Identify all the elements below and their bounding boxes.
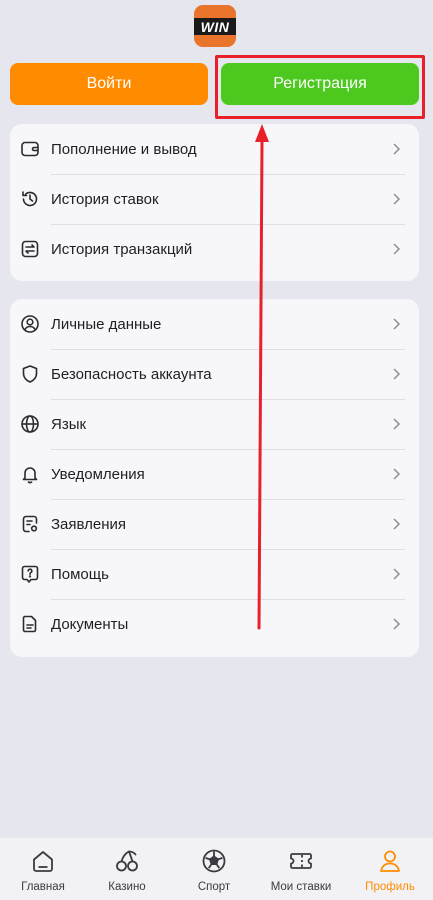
- chevron-right-icon: [393, 193, 401, 205]
- history-icon: [20, 189, 40, 209]
- app-logo: WIN: [194, 5, 236, 47]
- chevron-right-icon: [393, 318, 401, 330]
- chevron-right-icon: [393, 568, 401, 580]
- menu-item-bet-history[interactable]: История ставок: [10, 174, 419, 224]
- chevron-right-icon: [393, 518, 401, 530]
- tab-label: Спорт: [197, 881, 231, 893]
- menu-item-transaction-history[interactable]: История транзакций: [10, 224, 419, 274]
- globe-icon: [20, 414, 40, 434]
- menu-item-label: Заявления: [51, 515, 127, 533]
- tab-label: Главная: [21, 881, 65, 893]
- user-circle-icon: [20, 314, 40, 334]
- ticket-icon: [290, 853, 312, 869]
- chevron-right-icon: [393, 468, 401, 480]
- menu-item-label: Помощь: [51, 565, 109, 583]
- menu-item-label: Пополнение и вывод: [51, 140, 197, 158]
- chevron-right-icon: [393, 618, 401, 630]
- menu-card-account: Личные данные Безопасность аккаунта Язык…: [10, 299, 419, 657]
- bottom-tab-bar: Главная Казино Спорт Мои ставки Профиль: [0, 838, 433, 900]
- logo-text: WIN: [200, 19, 230, 35]
- menu-item-label: Язык: [51, 415, 87, 433]
- tab-my-bets[interactable]: Мои ставки: [258, 838, 344, 900]
- statements-icon: [20, 514, 40, 534]
- menu-item-label: Личные данные: [51, 315, 162, 333]
- tab-profile[interactable]: Профиль: [347, 838, 433, 900]
- login-button[interactable]: Войти: [10, 63, 208, 105]
- menu-item-label: Уведомления: [51, 465, 145, 483]
- menu-item-deposit-withdraw[interactable]: Пополнение и вывод: [10, 124, 419, 174]
- chevron-right-icon: [393, 418, 401, 430]
- menu-item-label: Безопасность аккаунта: [51, 365, 212, 383]
- tab-label: Профиль: [365, 881, 415, 893]
- home-icon: [33, 851, 53, 872]
- tab-sport[interactable]: Спорт: [171, 838, 257, 900]
- shield-icon: [20, 364, 40, 384]
- bell-icon: [20, 464, 40, 484]
- menu-item-label: История ставок: [51, 190, 159, 208]
- tab-label: Казино: [108, 881, 146, 893]
- chevron-right-icon: [393, 368, 401, 380]
- transactions-icon: [20, 239, 40, 259]
- soccer-ball-icon: [202, 849, 226, 873]
- register-button[interactable]: Регистрация: [221, 63, 419, 105]
- tab-label: Мои ставки: [270, 881, 332, 893]
- help-icon: [20, 564, 40, 584]
- tab-home[interactable]: Главная: [0, 838, 86, 900]
- menu-item-statements[interactable]: Заявления: [10, 499, 419, 549]
- menu-item-label: Документы: [51, 615, 129, 633]
- tab-casino[interactable]: Казино: [84, 838, 170, 900]
- document-icon: [20, 614, 40, 634]
- wallet-icon: [20, 139, 40, 159]
- menu-card-finance: Пополнение и вывод История ставок Истори…: [10, 124, 419, 281]
- chevron-right-icon: [393, 243, 401, 255]
- menu-item-account-security[interactable]: Безопасность аккаунта: [10, 349, 419, 399]
- menu-item-personal-data[interactable]: Личные данные: [10, 299, 419, 349]
- chevron-right-icon: [393, 143, 401, 155]
- menu-item-documents[interactable]: Документы: [10, 599, 419, 649]
- menu-item-help[interactable]: Помощь: [10, 549, 419, 599]
- cherry-icon: [116, 850, 138, 872]
- menu-item-notifications[interactable]: Уведомления: [10, 449, 419, 499]
- profile-icon: [380, 850, 400, 872]
- menu-item-language[interactable]: Язык: [10, 399, 419, 449]
- menu-item-label: История транзакций: [51, 240, 193, 258]
